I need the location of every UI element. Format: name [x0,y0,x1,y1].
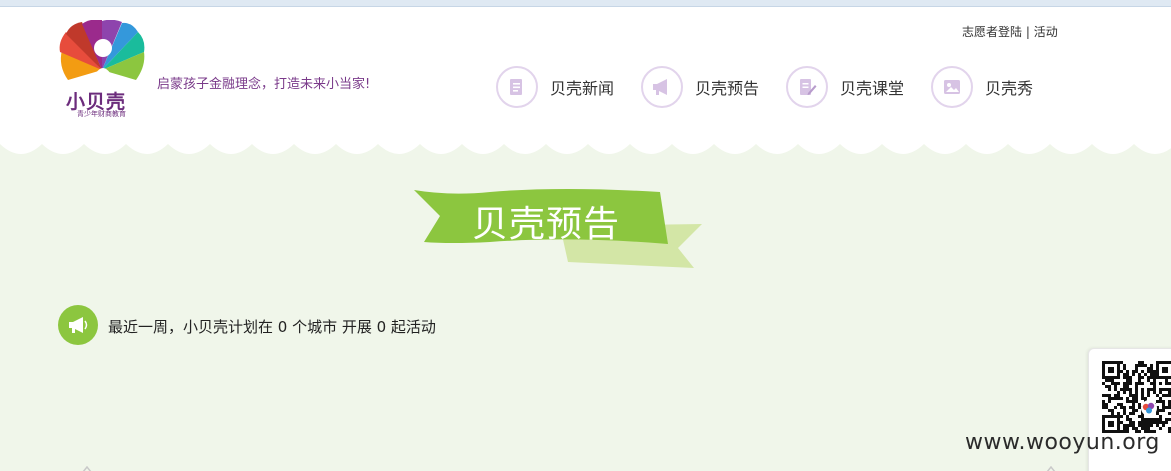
nav-item-label: 贝壳预告 [695,79,760,98]
document-icon [496,66,538,108]
nav-item-label: 贝壳新闻 [550,79,615,98]
section-title: 贝壳预告 [472,204,621,245]
activity-notice: 最近一周，小贝壳计划在 0 个城市 开展 0 起活动 [108,318,436,336]
megaphone-icon [641,66,683,108]
chevron-up-icon[interactable] [82,466,92,471]
browser-top-strip [0,0,1171,7]
nav-item-show[interactable]: 贝壳秀 [931,66,1033,108]
edit-note-icon [786,66,828,108]
top-links: 志愿者登陆 | 活动 [962,23,1058,40]
nav-item-label: 贝壳课堂 [840,79,905,98]
nav-item-preview[interactable]: 贝壳预告 [641,66,759,108]
site-slogan: 启蒙孩子金融理念，打造未来小当家! [157,77,371,92]
logo-tagline: 青少年财商教育 [77,110,126,118]
chevron-up-icon[interactable] [1046,466,1056,471]
megaphone-icon [58,305,98,345]
watermark-text: www.wooyun.org [965,430,1160,455]
activity-link[interactable]: 活动 [1034,25,1058,39]
nav-item-classroom[interactable]: 贝壳课堂 [786,66,904,108]
top-links-separator: | [1022,25,1034,39]
picture-icon [931,66,973,108]
nav-item-news[interactable]: 贝壳新闻 [496,66,614,108]
volunteer-login-link[interactable]: 志愿者登陆 [962,25,1022,39]
nav-item-label: 贝壳秀 [985,79,1034,98]
header-wave-divider [0,138,1171,154]
